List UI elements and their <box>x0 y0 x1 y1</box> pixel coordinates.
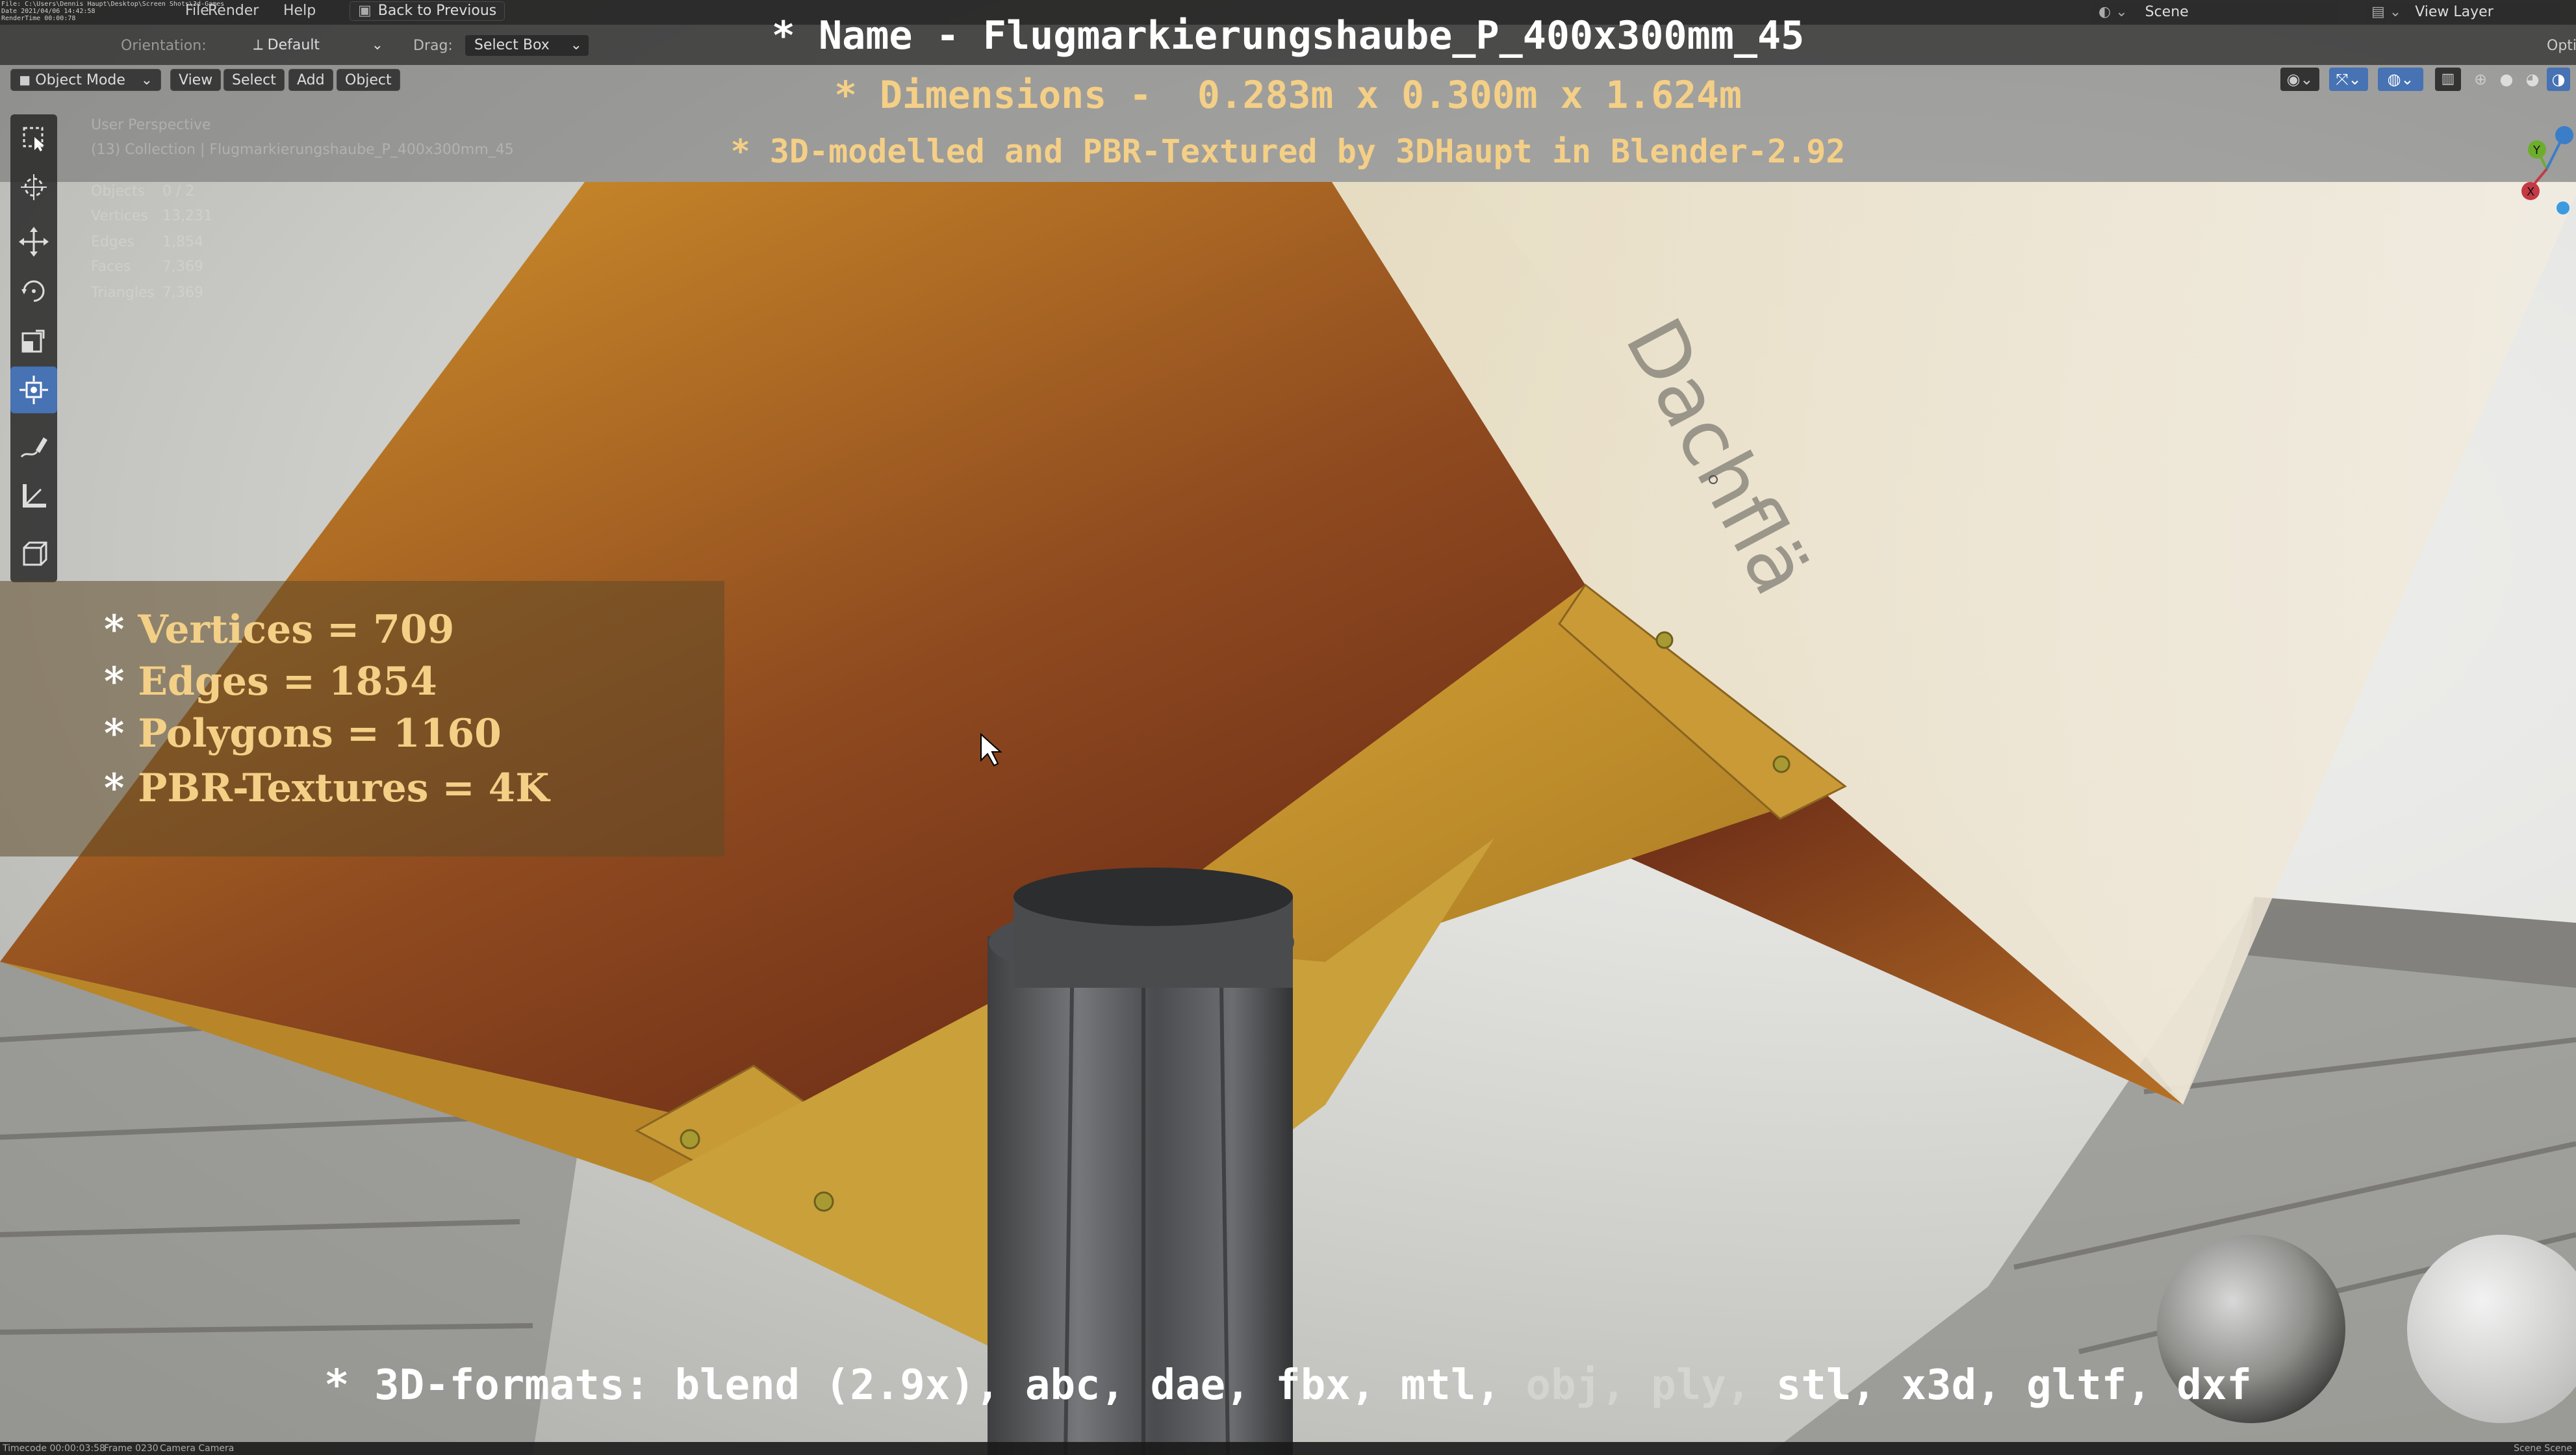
stat-row: Triangles 7,369 <box>91 285 203 301</box>
move-tool[interactable] <box>10 218 57 265</box>
stat-value: 0 / 2 <box>162 183 195 200</box>
transform-icon <box>19 376 48 404</box>
svg-text:X: X <box>2527 185 2534 199</box>
model-name-line: * Name - Flugmarkierungshaube_P_400x300m… <box>771 13 1805 58</box>
stats-info-box: * Vertices = 709 * Edges = 1854 * Polygo… <box>0 581 724 856</box>
stat-row: Faces 7,369 <box>91 259 203 275</box>
stat-value: 1,854 <box>162 234 203 250</box>
stat-label: Faces <box>91 259 131 275</box>
bullet-star: * <box>104 607 125 652</box>
stat-value: 7,369 <box>162 259 203 275</box>
tool-shelf <box>10 114 57 582</box>
stat-label: Vertices <box>91 208 148 224</box>
info-text: Vertices = 709 <box>138 607 455 652</box>
info-text: Edges = 1854 <box>138 659 437 704</box>
info-text: Polygons = 1160 <box>138 711 502 756</box>
timecode-label: Timecode 00:00:03:58 <box>3 1443 105 1454</box>
measure-tool[interactable] <box>10 473 57 520</box>
stat-row: Objects 0 / 2 <box>91 183 194 200</box>
perspective-label: User Perspective <box>91 117 211 133</box>
formats-dim: obj, ply, <box>1525 1361 1752 1410</box>
transform-tool[interactable] <box>10 367 57 413</box>
annotate-icon <box>20 437 47 458</box>
info-textures: * PBR-Textures = 4K <box>104 766 550 811</box>
bullet-star: * <box>104 711 125 756</box>
cursor-tool[interactable] <box>10 164 57 211</box>
scale-tool[interactable] <box>10 317 57 364</box>
formats-suffix: stl, x3d, gltf, dxf <box>1776 1361 2252 1410</box>
info-edges: * Edges = 1854 <box>104 659 437 704</box>
formats-line: * 3D-formats: blend (2.9x), abc, dae, fb… <box>0 1361 2576 1410</box>
credit-line: * 3D-modelled and PBR-Textured by 3DHaup… <box>730 133 1846 170</box>
stat-label: Triangles <box>91 285 155 301</box>
stat-label: Objects <box>91 183 146 200</box>
stat-row: Vertices 13,231 <box>91 208 212 224</box>
frame-label: Frame 0230 <box>104 1443 159 1454</box>
add-cube-tool[interactable] <box>10 530 57 577</box>
stat-row: Edges 1,854 <box>91 234 203 250</box>
info-polygons: * Polygons = 1160 <box>104 711 502 756</box>
rotate-tool[interactable] <box>10 268 57 315</box>
stat-value: 7,369 <box>162 285 203 301</box>
rotate-icon <box>21 280 45 302</box>
dimensions-line: * Dimensions - 0.283m x 0.300m x 1.624m <box>834 73 1742 117</box>
bullet-star: * <box>104 659 125 704</box>
bullet-star: * <box>104 766 125 811</box>
stat-label: Edges <box>91 234 134 250</box>
add-cube-icon <box>23 541 47 566</box>
stat-value: 13,231 <box>162 208 212 224</box>
negative-z-axis-icon[interactable] <box>2557 201 2570 214</box>
scene-status-label: Scene Scene <box>2514 1443 2572 1454</box>
info-vertices: * Vertices = 709 <box>104 607 454 652</box>
status-bar: Timecode 00:00:03:58 Frame 0230 Camera C… <box>0 1442 2576 1455</box>
camera-label: Camera Camera <box>160 1443 235 1454</box>
move-icon <box>19 227 49 257</box>
formats-prefix: * 3D-formats: blend (2.9x), abc, dae, fb… <box>324 1361 1501 1410</box>
cursor-icon <box>21 174 47 200</box>
annotate-tool[interactable] <box>10 424 57 470</box>
measure-icon <box>23 484 46 508</box>
info-text: PBR-Textures = 4K <box>138 766 550 811</box>
scale-icon <box>21 329 45 353</box>
